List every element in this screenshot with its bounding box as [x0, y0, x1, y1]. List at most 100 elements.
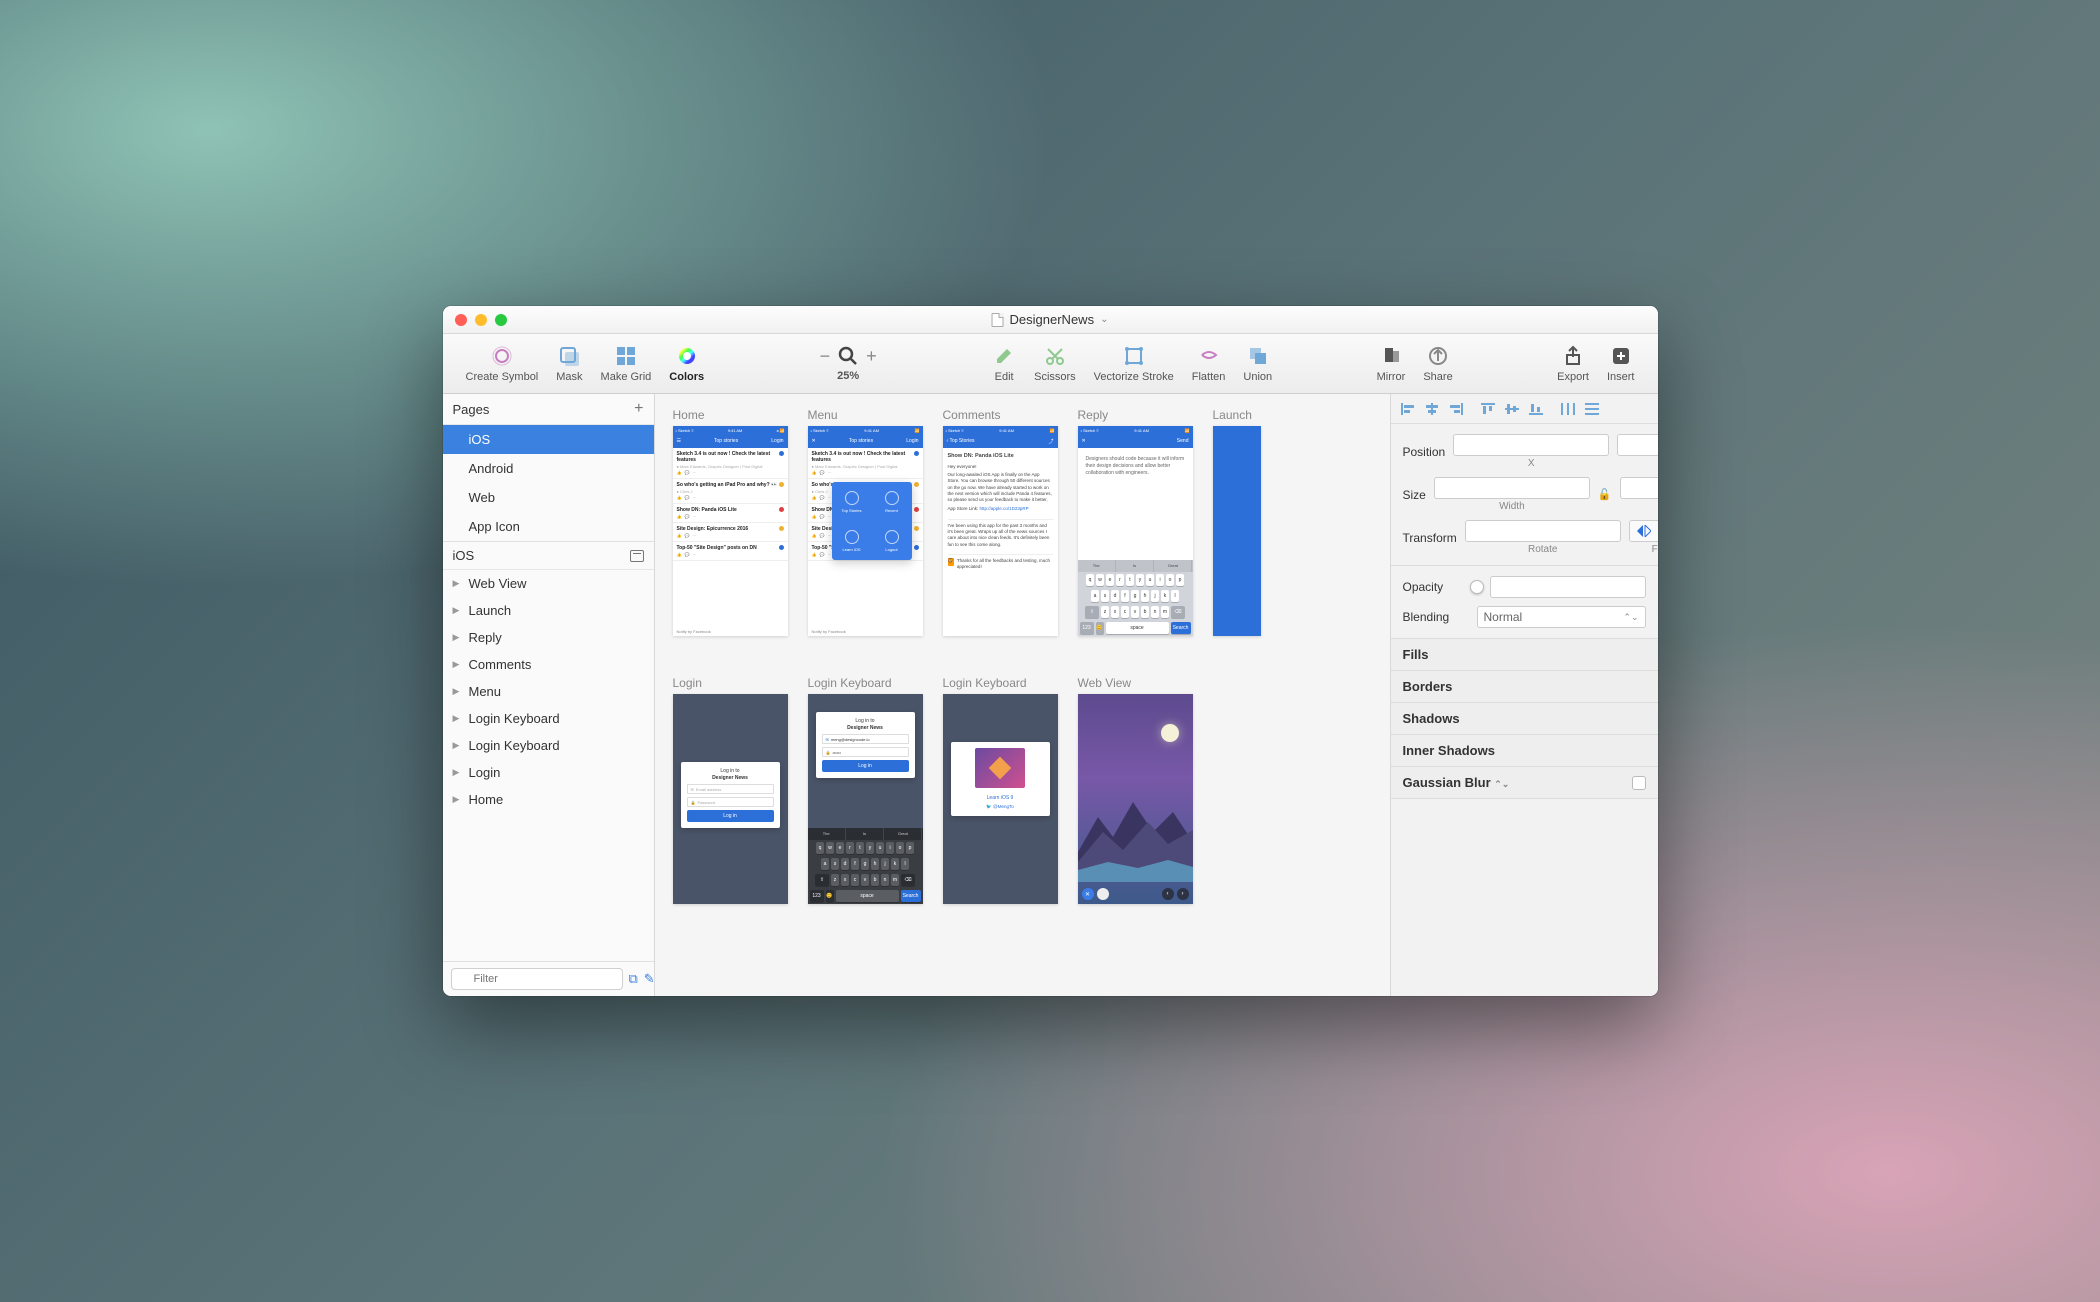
layer-item[interactable]: ▶Home — [443, 786, 654, 813]
alignment-controls — [1391, 394, 1658, 424]
flip-h-button[interactable] — [1630, 521, 1658, 541]
flatten-icon — [1197, 344, 1221, 368]
export-button[interactable]: Export — [1548, 344, 1598, 383]
scissors-icon — [1043, 344, 1067, 368]
close-icon[interactable] — [455, 314, 467, 326]
edit-icon — [992, 344, 1016, 368]
mirror-icon — [1379, 344, 1403, 368]
chevron-down-icon[interactable]: ⌄ — [1100, 314, 1108, 325]
position-y-input[interactable] — [1617, 434, 1657, 456]
align-right-icon[interactable] — [1447, 402, 1465, 416]
union-icon — [1246, 344, 1270, 368]
scissors-button[interactable]: Scissors — [1025, 344, 1085, 383]
align-bottom-icon[interactable] — [1527, 402, 1545, 416]
filter-bar: 🔍 ⧉ ✎ 123 — [443, 961, 654, 996]
zoom-control: − + 25% — [820, 346, 877, 382]
mask-button[interactable]: Mask — [547, 344, 591, 383]
page-item[interactable]: Web — [443, 483, 654, 512]
slice-filter-icon[interactable]: ✎ — [644, 971, 655, 987]
align-left-icon[interactable] — [1399, 402, 1417, 416]
share-button[interactable]: Share — [1414, 344, 1461, 383]
layer-item[interactable]: ▶Login Keyboard — [443, 705, 654, 732]
symbols-filter-icon[interactable]: ⧉ — [629, 971, 638, 987]
pages-header: Pages + — [443, 394, 654, 425]
edit-button[interactable]: Edit — [983, 344, 1025, 383]
flip-buttons — [1629, 520, 1658, 542]
layers-header[interactable]: iOS — [443, 542, 654, 570]
vectorize-stroke-button[interactable]: Vectorize Stroke — [1085, 344, 1183, 383]
distribute-h-icon[interactable] — [1559, 402, 1577, 416]
align-top-icon[interactable] — [1479, 402, 1497, 416]
lock-icon[interactable]: 🔓 — [1598, 488, 1612, 501]
artboard-reply[interactable]: Reply • Sketch ≡9:41 AM📶 ✕Send Designers… — [1078, 408, 1193, 636]
filter-input[interactable] — [451, 968, 623, 990]
canvas[interactable]: Home • Sketch ≡9:41 AM◂ 📶 ☰Top storiesLo… — [655, 394, 1390, 996]
add-page-button[interactable]: + — [634, 400, 643, 418]
maximize-icon[interactable] — [495, 314, 507, 326]
layers-list: ▶Web View▶Launch▶Reply▶Comments▶Menu▶Log… — [443, 570, 654, 961]
inner-shadows-section[interactable]: Inner Shadows — [1391, 735, 1658, 767]
symbol-icon — [490, 344, 514, 368]
blending-dropdown[interactable]: Normal⌃⌄ — [1477, 606, 1646, 628]
artboard-home[interactable]: Home • Sketch ≡9:41 AM◂ 📶 ☰Top storiesLo… — [673, 408, 788, 636]
titlebar[interactable]: DesignerNews ⌄ — [443, 306, 1658, 334]
document-icon — [992, 313, 1004, 327]
rotate-input[interactable] — [1465, 520, 1621, 542]
traffic-lights — [443, 314, 507, 326]
layer-item[interactable]: ▶Login Keyboard — [443, 732, 654, 759]
align-center-h-icon[interactable] — [1423, 402, 1441, 416]
page-item[interactable]: iOS — [443, 425, 654, 454]
position-x-input[interactable] — [1453, 434, 1609, 456]
gaussian-blur-checkbox[interactable] — [1632, 776, 1646, 790]
mirror-button[interactable]: Mirror — [1368, 344, 1415, 383]
artboard-login-keyboard-2[interactable]: Login Keyboard • Sketch ≡9:41 AM📶 Learn … — [943, 676, 1058, 904]
borders-section[interactable]: Borders — [1391, 671, 1658, 703]
mask-icon — [557, 344, 581, 368]
layer-item[interactable]: ▶Comments — [443, 651, 654, 678]
layer-item[interactable]: ▶Launch — [443, 597, 654, 624]
artboard-comments[interactable]: Comments • Sketch ≡9:41 AM📶 ‹ Top Storie… — [943, 408, 1058, 636]
artboard-login[interactable]: Login • Sketch ≡9:41 AM📶 Log in toDesign… — [673, 676, 788, 904]
zoom-out-button[interactable]: − — [820, 346, 831, 367]
artboard-launch[interactable]: Launch — [1213, 408, 1261, 636]
minimize-icon[interactable] — [475, 314, 487, 326]
share-icon — [1426, 344, 1450, 368]
layer-item[interactable]: ▶Menu — [443, 678, 654, 705]
width-input[interactable] — [1434, 477, 1590, 499]
pages-list: iOSAndroidWebApp Icon — [443, 425, 654, 542]
artboard-web-view[interactable]: Web View ✕ ‹› — [1078, 676, 1193, 904]
page-item[interactable]: Android — [443, 454, 654, 483]
app-window: DesignerNews ⌄ Create Symbol Mask Make G… — [443, 306, 1658, 996]
vectorize-icon — [1122, 344, 1146, 368]
flatten-button[interactable]: Flatten — [1183, 344, 1235, 383]
opacity-slider[interactable] — [1477, 585, 1482, 589]
union-button[interactable]: Union — [1234, 344, 1281, 383]
title-text: DesignerNews — [1010, 312, 1095, 327]
gaussian-blur-section[interactable]: Gaussian Blur ⌃⌄ — [1391, 767, 1658, 799]
align-center-v-icon[interactable] — [1503, 402, 1521, 416]
sidebar-left: Pages + iOSAndroidWebApp Icon iOS ▶Web V… — [443, 394, 655, 996]
height-input[interactable] — [1620, 477, 1658, 499]
opacity-input[interactable] — [1490, 576, 1646, 598]
magnifier-icon[interactable] — [838, 346, 858, 366]
zoom-in-button[interactable]: + — [866, 346, 877, 367]
fills-section[interactable]: Fills — [1391, 639, 1658, 671]
window-title[interactable]: DesignerNews ⌄ — [992, 312, 1109, 327]
toolbar: Create Symbol Mask Make Grid Colors − + — [443, 334, 1658, 394]
inspector: Position X Y Size Width 🔓 Height Transfo… — [1390, 394, 1658, 996]
export-icon — [1561, 344, 1585, 368]
zoom-level[interactable]: 25% — [837, 370, 859, 382]
layer-item[interactable]: ▶Login — [443, 759, 654, 786]
layer-item[interactable]: ▶Web View — [443, 570, 654, 597]
page-item[interactable]: App Icon — [443, 512, 654, 541]
layer-item[interactable]: ▶Reply — [443, 624, 654, 651]
artboards-icon[interactable] — [630, 550, 644, 562]
shadows-section[interactable]: Shadows — [1391, 703, 1658, 735]
artboard-menu[interactable]: Menu • Sketch ≡9:41 AM📶 ✕Top storiesLogi… — [808, 408, 923, 636]
colors-button[interactable]: Colors — [660, 344, 713, 383]
insert-button[interactable]: Insert — [1598, 344, 1644, 383]
artboard-login-keyboard-1[interactable]: Login Keyboard • Sketch ≡9:41 AM📶 Log in… — [808, 676, 923, 904]
distribute-v-icon[interactable] — [1583, 402, 1601, 416]
create-symbol-button[interactable]: Create Symbol — [457, 344, 548, 383]
make-grid-button[interactable]: Make Grid — [592, 344, 661, 383]
